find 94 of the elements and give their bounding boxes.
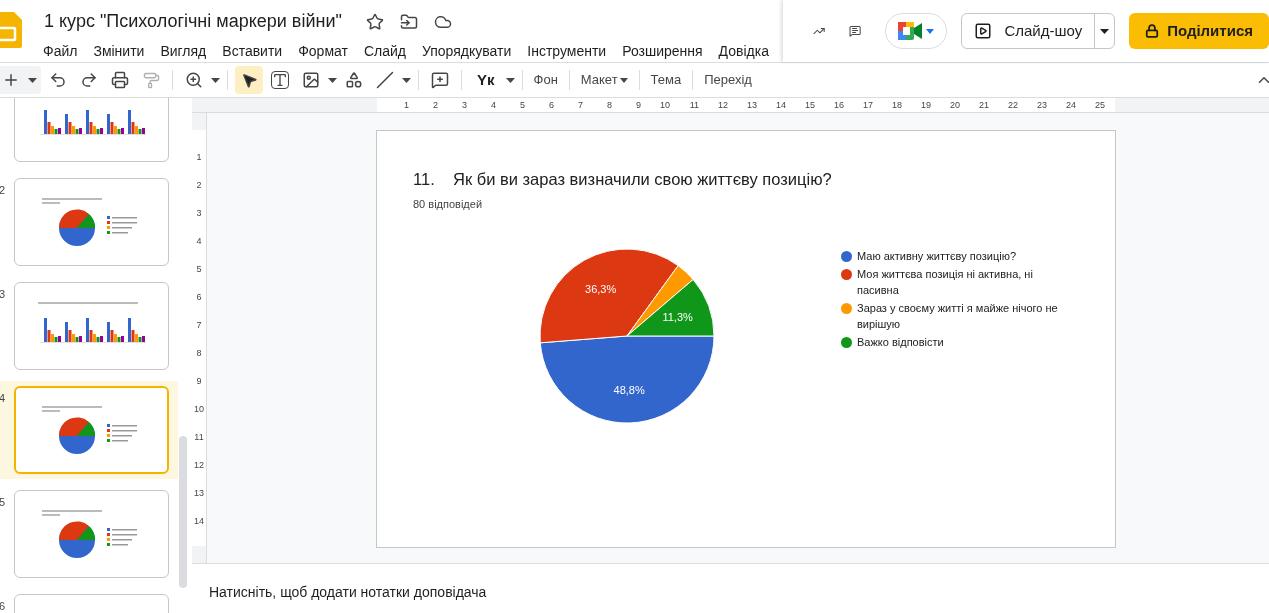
document-title[interactable]: 1 курс "Психологічні маркери війни" xyxy=(44,8,342,35)
ruler-number: 11 xyxy=(194,432,204,442)
ruler-number: 2 xyxy=(433,99,438,112)
caret-icon[interactable] xyxy=(402,77,411,83)
star-icon[interactable] xyxy=(365,12,384,31)
scrollbar-thumb[interactable] xyxy=(179,436,187,588)
ruler-number: 13 xyxy=(194,488,204,498)
slide-title: Як би ви зараз визначили свою життєву позицію? xyxy=(453,169,832,190)
ruler-number: 8 xyxy=(196,348,202,358)
slide-number: 2 xyxy=(0,183,6,198)
caret-icon[interactable] xyxy=(28,77,37,83)
folder-icon[interactable] xyxy=(399,12,418,31)
plus-icon xyxy=(2,71,20,89)
play-icon xyxy=(974,22,993,40)
slide-thumbnail[interactable] xyxy=(14,386,169,474)
menu-item[interactable]: Упорядкувати xyxy=(414,41,519,62)
ruler-number: 7 xyxy=(578,99,583,112)
text-style-button[interactable]: Yк xyxy=(469,66,503,94)
slide-number: 4 xyxy=(0,391,6,406)
ruler-number: 4 xyxy=(491,99,496,112)
legend-label: Моя життєва позиція ні активна, ні пасивна xyxy=(857,267,1034,299)
ruler-number: 15 xyxy=(805,99,815,112)
caret-icon[interactable] xyxy=(926,28,935,34)
ruler-number: 9 xyxy=(636,99,641,112)
slice-label: 48,8% xyxy=(613,384,645,397)
slide-thumbnail[interactable] xyxy=(14,282,169,370)
menu-item[interactable]: Інструменти xyxy=(520,41,614,62)
slide-thumbnail[interactable] xyxy=(14,178,169,266)
toolbar-button[interactable]: Фон xyxy=(529,66,562,94)
slide-number: 5 xyxy=(0,495,6,510)
ruler-number: 4 xyxy=(196,236,202,246)
ruler-number: 3 xyxy=(462,99,467,112)
caret-icon[interactable] xyxy=(211,77,220,83)
ruler-number: 18 xyxy=(892,99,902,112)
toolbar-button[interactable]: Тема xyxy=(646,66,686,94)
new-slide-button[interactable] xyxy=(0,66,41,94)
menu-item[interactable]: Формат xyxy=(291,41,355,62)
ruler-number: 12 xyxy=(718,99,728,112)
ruler-number: 24 xyxy=(1066,99,1076,112)
menu-item[interactable]: Розширення xyxy=(615,41,710,62)
speaker-notes-field[interactable]: Натисніть, щоб додати нотатки доповідача xyxy=(209,582,487,603)
ruler-number: 3 xyxy=(196,208,202,218)
slide-thumbnail[interactable] xyxy=(14,98,169,162)
ruler-number: 10 xyxy=(660,99,670,112)
slide-number: 3 xyxy=(0,287,6,302)
slide-number: 6 xyxy=(0,599,6,613)
ruler-number: 1 xyxy=(196,152,202,162)
ruler-number: 6 xyxy=(196,292,202,302)
menu-item[interactable]: Файл xyxy=(36,41,85,62)
ruler-number: 5 xyxy=(520,99,525,112)
ruler-number: 16 xyxy=(834,99,844,112)
ruler-number: 9 xyxy=(196,376,202,386)
legend-label: Зараз у своєму житті я майже нічого не вирішую xyxy=(857,301,1059,333)
ruler-number: 10 xyxy=(194,404,204,414)
question-number: 11. xyxy=(413,169,436,190)
ruler-number: 8 xyxy=(607,99,612,112)
response-count: 80 відповідей xyxy=(413,196,484,212)
ruler-number: 17 xyxy=(863,99,873,112)
menu-item[interactable]: Вигляд xyxy=(153,41,214,62)
lock-icon xyxy=(1145,24,1160,38)
legend-label: Маю активну життєву позицію? xyxy=(857,249,1017,265)
slide-thumbnail[interactable] xyxy=(14,490,169,578)
ruler-number: 22 xyxy=(1008,99,1018,112)
ruler-number: 1 xyxy=(404,99,409,112)
ruler-number: 21 xyxy=(979,99,989,112)
ruler-number: 2 xyxy=(196,180,202,190)
ruler-number: 12 xyxy=(194,460,204,470)
ruler-number: 13 xyxy=(747,99,757,112)
ruler-number: 19 xyxy=(921,99,931,112)
slice-label: 11,3% xyxy=(662,311,693,324)
ruler-number: 6 xyxy=(549,99,554,112)
caret-icon xyxy=(1100,28,1110,34)
select-pointer-icon[interactable] xyxy=(235,66,263,94)
menu-item[interactable]: Слайд xyxy=(356,41,413,62)
legend-label: Важко відповісти xyxy=(857,335,944,351)
ruler-number: 14 xyxy=(776,99,786,112)
ruler-number: 20 xyxy=(950,99,960,112)
ruler-number: 14 xyxy=(194,516,204,526)
menu-item[interactable]: Змінити xyxy=(86,41,152,62)
menu-item[interactable]: Довідка xyxy=(711,41,776,62)
video-camera-icon xyxy=(898,22,923,40)
ruler-number: 5 xyxy=(196,264,202,274)
menu-item[interactable]: Вставити xyxy=(215,41,290,62)
ruler-number: 25 xyxy=(1095,99,1105,112)
share-button[interactable]: Поділитися xyxy=(1129,13,1269,49)
slice-label: 36,3% xyxy=(585,283,617,296)
ruler-number: 23 xyxy=(1037,99,1047,112)
caret-icon xyxy=(619,77,628,83)
caret-icon[interactable] xyxy=(328,77,337,83)
caret-icon[interactable] xyxy=(505,77,515,83)
ruler-number: 7 xyxy=(196,320,202,330)
toolbar-button[interactable]: Перехід xyxy=(700,66,756,94)
toolbar-button[interactable]: Макет xyxy=(576,66,632,94)
ruler-number: 11 xyxy=(689,99,699,112)
